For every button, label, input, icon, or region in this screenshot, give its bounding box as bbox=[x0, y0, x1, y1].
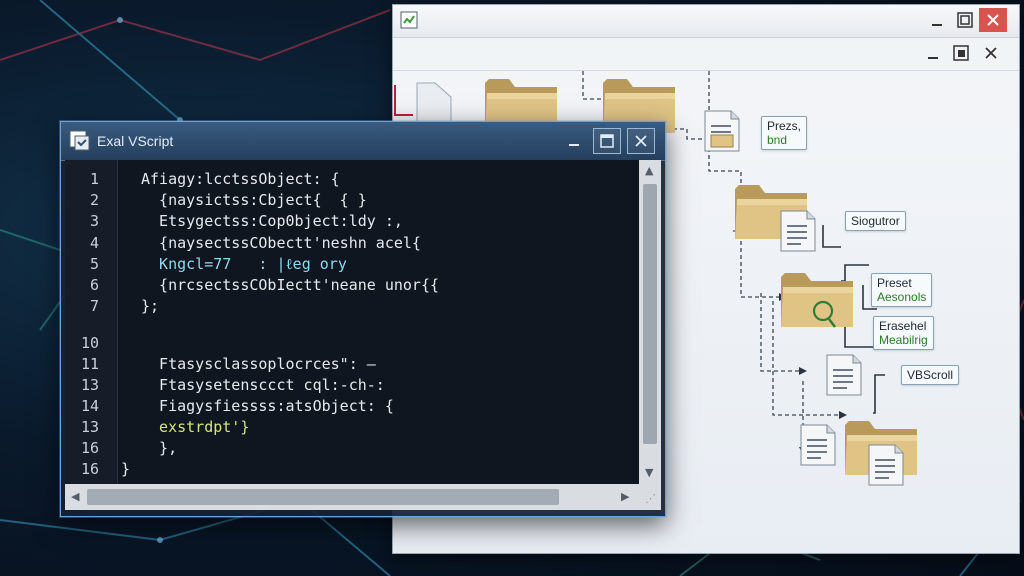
code-line[interactable]: Kngcl=77 : |ℓeg ory bbox=[141, 255, 347, 274]
node-label-3-title: Preset bbox=[877, 276, 912, 290]
node-label-4-title: Erasehel bbox=[879, 319, 927, 333]
minimize-icon bbox=[569, 144, 579, 146]
restore-icon bbox=[953, 45, 969, 61]
explorer-title-bar[interactable] bbox=[393, 5, 1019, 38]
editor-minimize-button[interactable] bbox=[561, 128, 587, 152]
minimize-icon bbox=[928, 57, 938, 59]
scroll-right-arrow-icon[interactable]: ▶ bbox=[621, 490, 629, 503]
document-icon[interactable] bbox=[826, 354, 862, 396]
code-line[interactable]: {nrcsectssCObIectt'neane unor{{ bbox=[141, 276, 439, 294]
code-line[interactable]: Fiagysfiessss:atsObject: { bbox=[141, 397, 394, 415]
code-line[interactable]: Etsygectss:Cop0bject:ldy :, bbox=[141, 212, 403, 230]
resize-grip-icon[interactable]: ⋰ bbox=[645, 492, 656, 505]
code-line[interactable]: }; bbox=[141, 297, 159, 315]
node-label-1[interactable]: Prezs, bnd bbox=[761, 116, 808, 150]
node-label-2[interactable]: Siogutror bbox=[845, 211, 906, 231]
line-number: 14 bbox=[80, 397, 99, 415]
maximize-button[interactable] bbox=[951, 8, 979, 32]
maximize-icon bbox=[957, 12, 973, 28]
line-number: 5 bbox=[89, 255, 99, 273]
vertical-scrollbar[interactable]: ▲ ▼ bbox=[639, 160, 661, 486]
explorer-sub-toolbar bbox=[393, 38, 1019, 71]
scroll-down-arrow-icon[interactable]: ▼ bbox=[645, 466, 653, 479]
node-label-5-title: VBScroll bbox=[907, 368, 954, 382]
code-line[interactable]: Afiagy:lcctssObject: { bbox=[141, 170, 340, 188]
line-number: 4 bbox=[89, 234, 99, 252]
code-line[interactable]: {naysectssCObectt'neshn acel{ bbox=[141, 234, 421, 252]
line-number: 13 bbox=[80, 376, 99, 394]
close-icon bbox=[985, 47, 997, 59]
sub-minimize-button[interactable] bbox=[919, 41, 947, 65]
line-number: 16 bbox=[80, 439, 99, 457]
document-icon[interactable] bbox=[800, 424, 836, 466]
code-line[interactable]: {naysictss:Cbject{ { } bbox=[141, 191, 367, 209]
close-icon bbox=[635, 135, 647, 147]
document-icon[interactable] bbox=[704, 110, 740, 152]
node-label-5[interactable]: VBScroll bbox=[901, 365, 960, 385]
line-number-gutter: 1 2 3 4 5 6 7 10 11 13 14 13 16 16 bbox=[65, 160, 118, 486]
horizontal-scrollbar[interactable]: ◀ ▶ ⋰ bbox=[65, 484, 661, 510]
script-app-icon bbox=[69, 130, 90, 151]
code-editor-window: Exal VScript 1 2 3 4 5 6 7 10 11 13 14 1… bbox=[60, 121, 666, 517]
vertical-scroll-thumb[interactable] bbox=[643, 184, 657, 444]
line-number: 7 bbox=[89, 297, 99, 315]
editor-close-button[interactable] bbox=[627, 128, 655, 154]
line-number: 2 bbox=[89, 191, 99, 209]
maximize-icon bbox=[600, 134, 614, 148]
node-label-3[interactable]: Preset Aesonols bbox=[871, 273, 933, 307]
line-number: 1 bbox=[89, 170, 99, 188]
line-number: 10 bbox=[80, 334, 99, 352]
close-icon bbox=[987, 14, 999, 26]
node-label-4[interactable]: Erasehel Meabilrig bbox=[873, 316, 934, 350]
code-line[interactable]: } bbox=[121, 460, 130, 478]
node-label-1-subtitle: bnd bbox=[767, 133, 788, 147]
editor-maximize-button[interactable] bbox=[593, 128, 621, 154]
minimize-button[interactable] bbox=[923, 8, 951, 32]
line-number: 3 bbox=[89, 212, 99, 230]
script-app-icon bbox=[400, 11, 418, 29]
code-line[interactable]: exstrdpt'} bbox=[141, 418, 249, 436]
sub-restore-button[interactable] bbox=[947, 41, 975, 65]
document-icon[interactable] bbox=[868, 444, 904, 486]
editor-title-bar[interactable]: Exal VScript bbox=[61, 122, 665, 161]
sub-close-button[interactable] bbox=[977, 41, 1005, 65]
code-line[interactable]: }, bbox=[141, 439, 177, 457]
code-area[interactable]: 1 2 3 4 5 6 7 10 11 13 14 13 16 16 Afiag… bbox=[65, 160, 661, 486]
minimize-icon bbox=[932, 24, 942, 26]
node-label-4-subtitle: Meabilrig bbox=[879, 333, 928, 347]
document-icon[interactable] bbox=[780, 210, 816, 252]
line-number: 16 bbox=[80, 460, 99, 478]
scroll-left-arrow-icon[interactable]: ◀ bbox=[71, 490, 79, 503]
code-line[interactable]: Ftasysclassoplocrces": — bbox=[141, 355, 376, 373]
close-button[interactable] bbox=[979, 8, 1007, 32]
node-label-2-title: Siogutror bbox=[851, 214, 900, 228]
line-number: 13 bbox=[80, 418, 99, 436]
scroll-up-arrow-icon[interactable]: ▲ bbox=[645, 164, 653, 177]
code-line[interactable]: Ftasysetensccct cql:-ch-: bbox=[141, 376, 385, 394]
line-number: 11 bbox=[80, 355, 99, 373]
horizontal-scroll-thumb[interactable] bbox=[87, 489, 559, 505]
line-number: 6 bbox=[89, 276, 99, 294]
editor-title: Exal VScript bbox=[97, 133, 174, 149]
node-label-1-title: Prezs, bbox=[767, 119, 802, 133]
node-label-3-subtitle: Aesonols bbox=[877, 290, 927, 304]
